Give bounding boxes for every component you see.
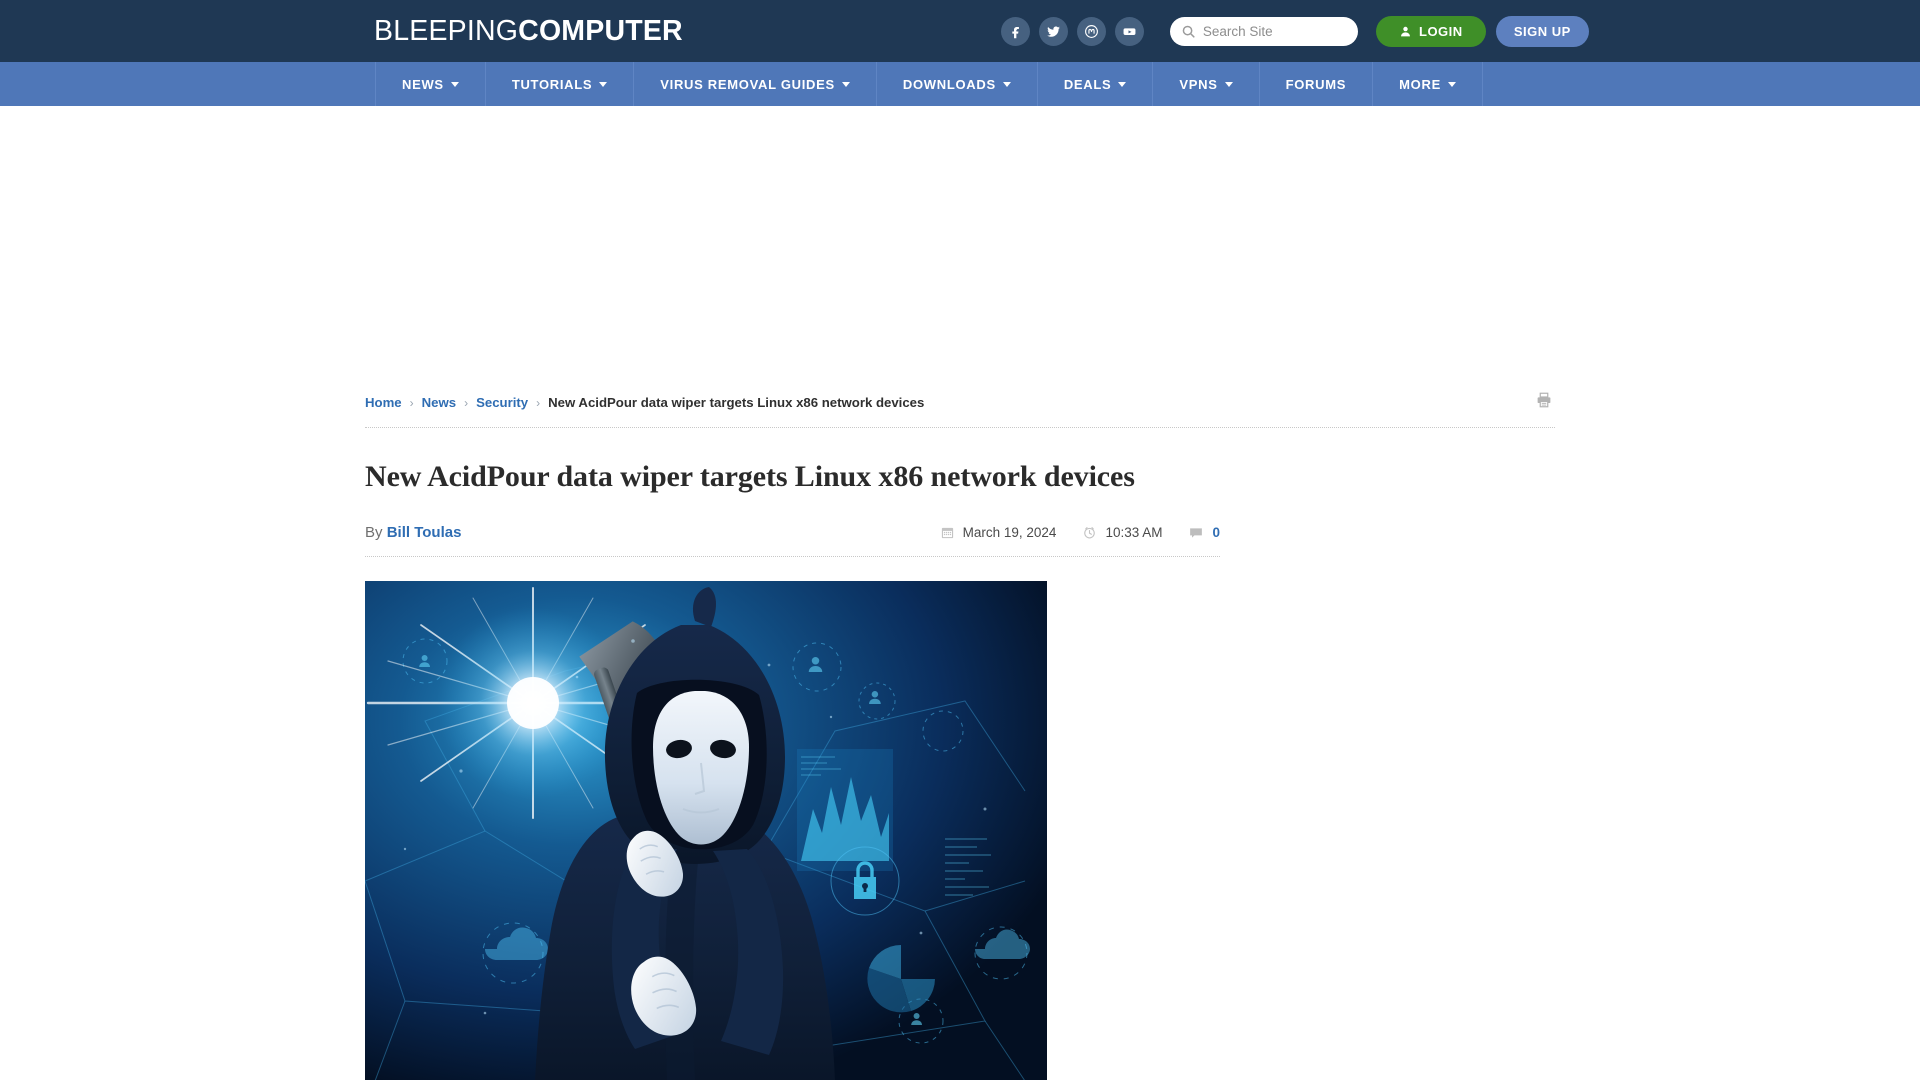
- breadcrumb-separator: ›: [464, 395, 469, 410]
- article-meta-row: By Bill Toulas March 19, 2024 10:33 AM 0: [365, 524, 1220, 557]
- chevron-down-icon: [1224, 81, 1233, 87]
- site-header: BLEEPINGCOMPUTER Search Site LOGIN SIGN …: [0, 0, 1920, 62]
- publish-date-text: March 19, 2024: [962, 525, 1057, 540]
- nav-label: DEALS: [1063, 76, 1112, 92]
- clock-icon: [1084, 527, 1096, 539]
- facebook-icon[interactable]: [1000, 16, 1030, 46]
- nav-item-virus-removal-guides[interactable]: VIRUS REMOVAL GUIDES: [633, 62, 876, 106]
- breadcrumb-separator: ›: [409, 395, 414, 410]
- breadcrumb-separator: ›: [536, 395, 541, 410]
- chevron-down-icon: [841, 81, 850, 87]
- nav-item-deals[interactable]: DEALS: [1036, 62, 1153, 106]
- nav-label: TUTORIALS: [511, 76, 593, 92]
- advertisement-slot: [0, 106, 1920, 389]
- nav-item-more[interactable]: MORE: [1372, 62, 1483, 106]
- signup-button[interactable]: SIGN UP: [1495, 15, 1589, 47]
- header-actions: LOGIN SIGN UP: [1000, 15, 1589, 47]
- chevron-down-icon: [1118, 81, 1127, 87]
- chevron-down-icon: [599, 81, 608, 87]
- print-icon[interactable]: [1533, 389, 1555, 416]
- logo-text-bold: COMPUTER: [518, 14, 683, 47]
- breadcrumb-item-news[interactable]: News: [422, 395, 456, 410]
- article-content: Home › News › Security › New AcidPour da…: [365, 389, 1555, 1080]
- nav-label: FORUMS: [1285, 76, 1347, 92]
- user-icon: [1401, 26, 1410, 36]
- breadcrumb-row: Home › News › Security › New AcidPour da…: [365, 389, 1555, 428]
- chevron-down-icon: [1447, 81, 1456, 87]
- nav-label: VIRUS REMOVAL GUIDES: [660, 76, 835, 92]
- meta-group: March 19, 2024 10:33 AM 0: [940, 525, 1220, 541]
- main-navigation: NEWS TUTORIALS VIRUS REMOVAL GUIDES DOWN…: [0, 62, 1920, 106]
- search-input[interactable]: [1202, 23, 1348, 39]
- publish-time: 10:33 AM: [1082, 525, 1162, 540]
- nav-label: DOWNLOADS: [902, 76, 996, 92]
- article-hero-image: [365, 581, 1047, 1080]
- logo-text-thin: BLEEPING: [374, 14, 519, 47]
- comment-count-group[interactable]: 0: [1188, 525, 1220, 541]
- login-button-label: LOGIN: [1419, 23, 1463, 39]
- login-button[interactable]: LOGIN: [1375, 15, 1486, 47]
- search-icon: [1182, 25, 1195, 38]
- youtube-icon[interactable]: [1114, 16, 1144, 46]
- author-link[interactable]: Bill Toulas: [387, 524, 462, 541]
- chevron-down-icon: [450, 81, 459, 87]
- breadcrumb-item-home[interactable]: Home: [365, 395, 402, 410]
- byline: By Bill Toulas: [365, 524, 461, 541]
- breadcrumb-item-security[interactable]: Security: [476, 395, 528, 410]
- site-logo[interactable]: BLEEPINGCOMPUTER: [374, 15, 683, 48]
- breadcrumb-item-current: New AcidPour data wiper targets Linux x8…: [548, 395, 925, 410]
- breadcrumb: Home › News › Security › New AcidPour da…: [365, 395, 924, 410]
- nav-item-vpns[interactable]: VPNS: [1152, 62, 1258, 106]
- chevron-down-icon: [1002, 81, 1011, 87]
- nav-label: MORE: [1399, 76, 1441, 92]
- twitter-icon[interactable]: [1038, 16, 1068, 46]
- search-box[interactable]: [1169, 16, 1358, 46]
- nav-label: VPNS: [1179, 76, 1218, 92]
- nav-item-downloads[interactable]: DOWNLOADS: [875, 62, 1037, 106]
- calendar-icon: [941, 527, 953, 539]
- publish-time-text: 10:33 AM: [1105, 525, 1163, 540]
- social-links: [1000, 16, 1144, 46]
- byline-prefix: By: [365, 524, 383, 541]
- nav-item-forums[interactable]: FORUMS: [1258, 62, 1373, 106]
- nav-item-tutorials[interactable]: TUTORIALS: [484, 62, 633, 106]
- page-title: New AcidPour data wiper targets Linux x8…: [365, 460, 1135, 493]
- mastodon-icon[interactable]: [1076, 16, 1106, 46]
- comment-icon: [1190, 527, 1203, 538]
- nav-item-news[interactable]: NEWS: [375, 62, 485, 106]
- nav-label: NEWS: [402, 76, 444, 92]
- comment-count: 0: [1212, 525, 1220, 540]
- signup-button-label: SIGN UP: [1513, 23, 1571, 39]
- publish-date: March 19, 2024: [940, 525, 1057, 540]
